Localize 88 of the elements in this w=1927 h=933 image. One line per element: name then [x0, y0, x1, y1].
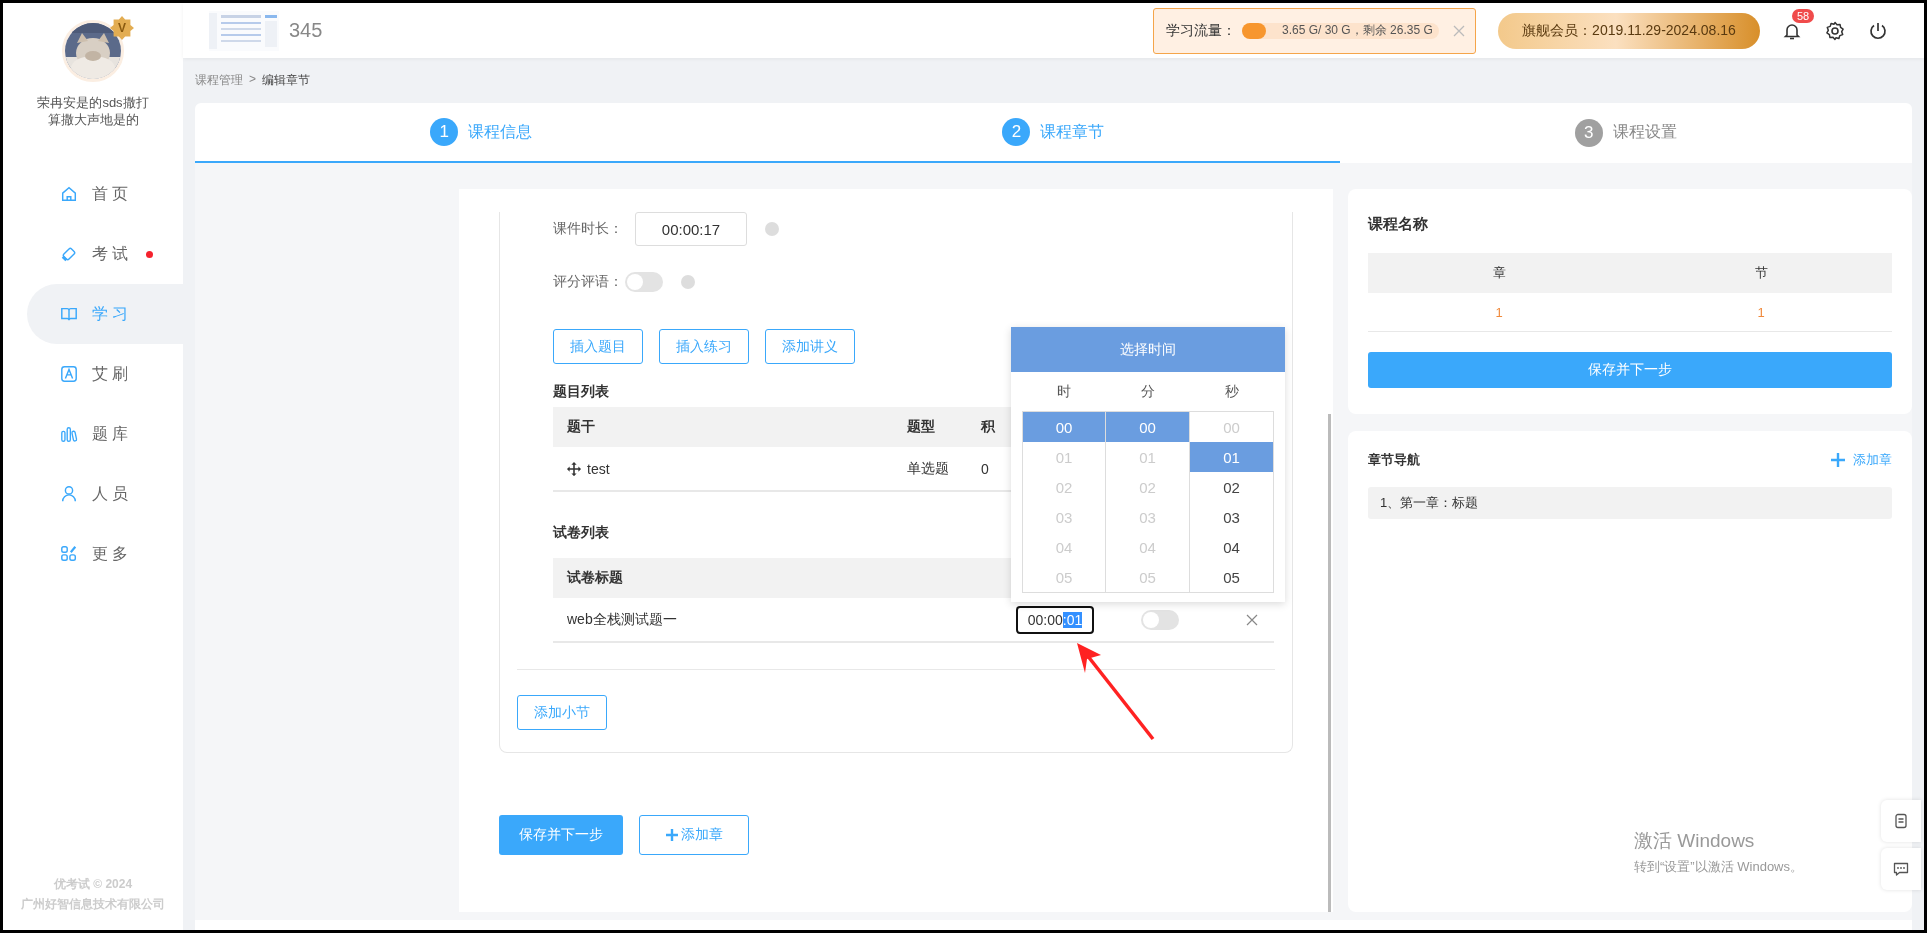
toggle-switch[interactable]	[1141, 609, 1179, 630]
document-icon	[1893, 813, 1909, 829]
time-option[interactable]: 02	[1190, 472, 1273, 502]
settings-icon[interactable]	[1825, 20, 1845, 41]
vip-badge: V	[110, 16, 134, 40]
nav-item[interactable]: 首页	[27, 164, 183, 224]
column-header: 积	[981, 418, 996, 436]
step-item[interactable]: 3 课程设置	[1339, 103, 1912, 163]
plus-icon	[665, 828, 679, 842]
save-next-button[interactable]: 保存并下一步	[1368, 352, 1892, 388]
chat-icon	[1893, 861, 1909, 877]
step-label: 课程设置	[1612, 122, 1677, 142]
nav-item[interactable]: 学习	[27, 284, 183, 344]
time-option[interactable]: 05	[1190, 562, 1273, 592]
nav-item[interactable]: 考试	[27, 224, 183, 284]
section-title: 题目列表	[553, 382, 609, 401]
page-title: 345	[289, 19, 323, 42]
scrollbar[interactable]	[1328, 414, 1331, 912]
duration-field[interactable]: 00:00:17	[635, 212, 747, 246]
field-label: 评分评语：	[553, 273, 624, 291]
step-number: 2	[1002, 118, 1031, 146]
move-icon[interactable]	[567, 461, 581, 476]
column-header: 试卷标题	[566, 569, 624, 587]
add-chapter-button[interactable]: 添加章	[639, 815, 749, 855]
book-icon	[60, 305, 78, 323]
nav-item[interactable]: 题库	[27, 404, 183, 464]
field-label: 课件时长：	[553, 220, 624, 238]
notification-count: 58	[1792, 8, 1815, 23]
activation-title: 激活 Windows	[1634, 829, 1756, 853]
table-cell-text: 1	[1756, 304, 1766, 320]
course-title: 课程名称	[1368, 215, 1429, 234]
time-option[interactable]: 00	[1106, 412, 1189, 442]
close-icon[interactable]	[1246, 613, 1258, 626]
action-button[interactable]: 插入题目	[553, 329, 643, 364]
action-button[interactable]: 插入练习	[659, 329, 749, 364]
column-header: 节	[1753, 264, 1769, 282]
column-label: 分	[1140, 381, 1156, 401]
floating-button[interactable]	[1881, 848, 1921, 890]
time-option[interactable]: 04	[1190, 532, 1273, 562]
time-option[interactable]: 00	[1023, 412, 1105, 442]
breadcrumb-current: 编辑章节	[262, 72, 310, 89]
nav-item[interactable]: 艾刷	[27, 344, 183, 404]
time-option[interactable]: 01	[1190, 442, 1273, 472]
nav-item[interactable]: 人员	[27, 464, 183, 524]
add-section-button[interactable]: 添加小节	[517, 695, 607, 730]
column-header: 章	[1491, 264, 1507, 282]
table-cell: test	[587, 460, 610, 477]
chapter-item[interactable]: 1、第一章：标题	[1368, 487, 1892, 519]
user-name: 荣冉安是的sds撒打算撒大声地是的	[36, 94, 150, 128]
time-option[interactable]: 03	[1190, 502, 1273, 532]
notification-dot	[146, 250, 153, 258]
action-button[interactable]: 添加讲义	[765, 329, 855, 364]
toggle-switch[interactable]	[625, 272, 663, 292]
table-cell-text: 单选题	[907, 459, 950, 478]
step-label: 课程章节	[1040, 121, 1105, 142]
floating-button[interactable]	[1881, 800, 1921, 842]
membership-badge: 旗舰会员：2019.11.29-2024.08.16	[1498, 12, 1760, 49]
person-icon	[60, 485, 78, 503]
help-icon	[765, 222, 779, 236]
table-cell-text: 1	[1494, 304, 1504, 320]
column-label: 秒	[1224, 381, 1240, 401]
add-chapter-link[interactable]: 添加章	[1831, 451, 1892, 469]
traffic-reading: 3.65 G/ 30 G，剩余 26.35 G	[1282, 22, 1433, 39]
step-number: 3	[1574, 118, 1603, 147]
nav-item[interactable]: 更多	[27, 524, 183, 584]
activation-text: 转到“设置”以激活 Windows。	[1634, 858, 1803, 876]
nav-title: 章节导航	[1368, 451, 1420, 469]
plus-icon	[1831, 453, 1845, 467]
column-header: 题干	[566, 418, 596, 436]
picker-title: 选择时间	[1011, 327, 1285, 372]
step-label: 课程信息	[468, 121, 533, 142]
apps-icon	[60, 545, 78, 563]
home-icon	[60, 185, 78, 203]
breadcrumb-link[interactable]: 课程管理	[195, 72, 243, 103]
traffic-label: 学习流量：	[1166, 21, 1236, 40]
column-header: 题型	[907, 418, 936, 436]
save-next-button[interactable]: 保存并下一步	[499, 815, 623, 855]
bar-chart-icon	[60, 425, 78, 443]
letter-tile-icon	[60, 365, 78, 383]
help-icon	[681, 275, 695, 289]
table-cell-text: 0	[981, 460, 990, 477]
table-cell-text: web全栈测试题一	[566, 610, 678, 629]
eraser-icon	[60, 245, 78, 263]
column-label: 时	[1056, 381, 1072, 401]
section-title: 试卷列表	[553, 523, 609, 542]
breadcrumb-separator: >	[249, 72, 256, 88]
power-icon[interactable]	[1868, 20, 1888, 41]
step-number: 1	[430, 118, 459, 146]
